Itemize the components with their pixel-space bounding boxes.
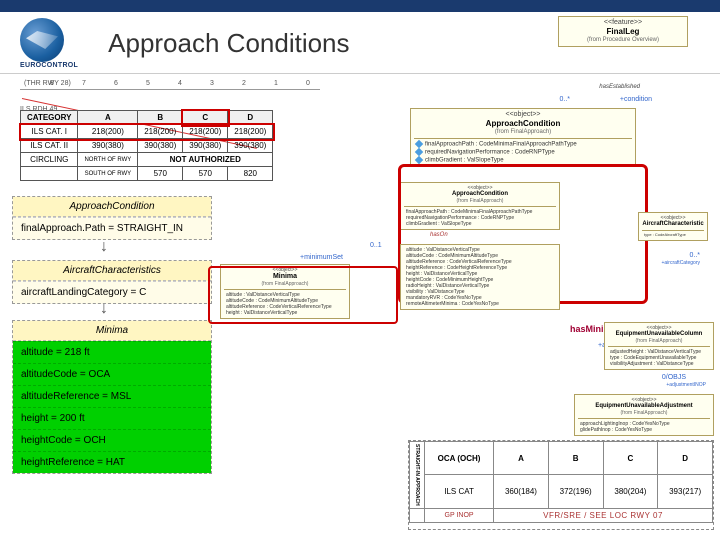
page-title: Approach Conditions — [108, 28, 349, 59]
uml-finalleg: <<feature>> FinalLeg (from Procedure Ove… — [558, 16, 688, 47]
role-label: +adjustmentINOP — [666, 382, 706, 388]
eurocontrol-logo-icon — [20, 18, 64, 62]
logo-block: EUROCONTROL — [20, 18, 78, 69]
table-row: ILS CAT. II 390(380) 390(380) 390(380) 3… — [21, 139, 273, 153]
uml-attr: requiredNavigationPerformance : CodeRNPT… — [414, 149, 632, 157]
multiplicity: 0..* — [559, 96, 570, 103]
role-label: +minimumSet — [300, 254, 343, 261]
cat-a: A — [78, 111, 138, 125]
approach-chart: (THR RWY 28) 876543210 ILS RDH 49 CATEGO… — [20, 80, 320, 190]
uml-approach-condition: <<object>> ApproachCondition (from Final… — [410, 108, 636, 167]
uml-aircraft-small: <<object>> AircraftCharacteristic type :… — [638, 212, 708, 241]
uml-attr: finalApproachPath : CodeMinimaFinalAppro… — [414, 141, 632, 149]
box-value: aircraftLandingCategory = C — [13, 281, 211, 303]
box-title: ApproachCondition — [13, 197, 211, 217]
role-label: +condition — [620, 96, 652, 103]
minima-row: height = 200 ft — [13, 407, 211, 429]
uml-equip-column: <<object>> EquipmentUnavailableColumn (f… — [604, 322, 714, 370]
multiplicity: 0..* — [689, 252, 700, 259]
arrow-down-icon: ↓ — [100, 300, 108, 318]
uml-equip-unavail: <<object>> EquipmentUnavailableAdjustmen… — [574, 394, 714, 436]
minima-box: Minima altitude = 218 ft altitudeCode = … — [12, 320, 212, 474]
role-label: +aircraftCategory — [662, 260, 701, 266]
approach-plate: STRAIGHT-IN APPROACH OCA (OCH) A B C D I… — [408, 440, 714, 530]
cat-b: B — [138, 111, 183, 125]
table-row: STRAIGHT-IN APPROACH OCA (OCH) A B C D — [410, 442, 713, 475]
approach-condition-box: ApproachCondition finalApproach.Path = S… — [12, 196, 212, 240]
minima-row: altitudeCode = OCA — [13, 363, 211, 385]
table-row: CATEGORY A B C D — [21, 111, 273, 125]
logo-label: EUROCONTROL — [20, 62, 78, 69]
minima-row: altitudeReference = MSL — [13, 385, 211, 407]
content-area: (THR RWY 28) 876543210 ILS RDH 49 CATEGO… — [0, 74, 720, 534]
cat-c: C — [183, 111, 228, 125]
uml-minima-detail: altitude : ValDistanceVerticalType altit… — [400, 244, 560, 310]
box-title: Minima — [13, 321, 211, 341]
cat-header: CATEGORY — [21, 111, 78, 125]
multiplicity: 0/OBJS — [662, 374, 686, 381]
minima-row: heightCode = OCH — [13, 429, 211, 451]
arrow-down-icon: ↓ — [100, 238, 108, 256]
box-value: finalApproach.Path = STRAIGHT_IN — [13, 217, 211, 239]
table-row: ILS CAT 360(184) 372(196) 380(204) 393(2… — [410, 475, 713, 508]
aircraft-characteristics-box: AircraftCharacteristics aircraftLandingC… — [12, 260, 212, 304]
table-row: CIRCLING NORTH OF RWY NOT AUTHORIZED — [21, 153, 273, 167]
minima-row: heightReference = HAT — [13, 451, 211, 473]
multiplicity: 0..1 — [370, 242, 382, 249]
association-label: hasEstablished — [599, 84, 640, 90]
table-row: ILS CAT. I 218(200) 218(200) 218(200) 21… — [21, 125, 273, 139]
minima-row: altitude = 218 ft — [13, 341, 211, 363]
table-row: GP INOP VFR/SRE / SEE LOC RWY 07 — [410, 508, 713, 522]
side-label: STRAIGHT-IN APPROACH — [410, 442, 425, 509]
thr-rwy-label: (THR RWY 28) — [24, 80, 71, 87]
association-label: hasOn — [430, 232, 448, 238]
box-title: AircraftCharacteristics — [13, 261, 211, 281]
cat-d: D — [228, 111, 273, 125]
table-row: SOUTH OF RWY 570 570 820 — [21, 167, 273, 181]
diamond-icon — [415, 155, 423, 163]
top-accent-bar — [0, 0, 720, 12]
red-highlight-box-small — [208, 266, 398, 324]
category-table: CATEGORY A B C D ILS CAT. I 218(200) 218… — [20, 110, 273, 181]
